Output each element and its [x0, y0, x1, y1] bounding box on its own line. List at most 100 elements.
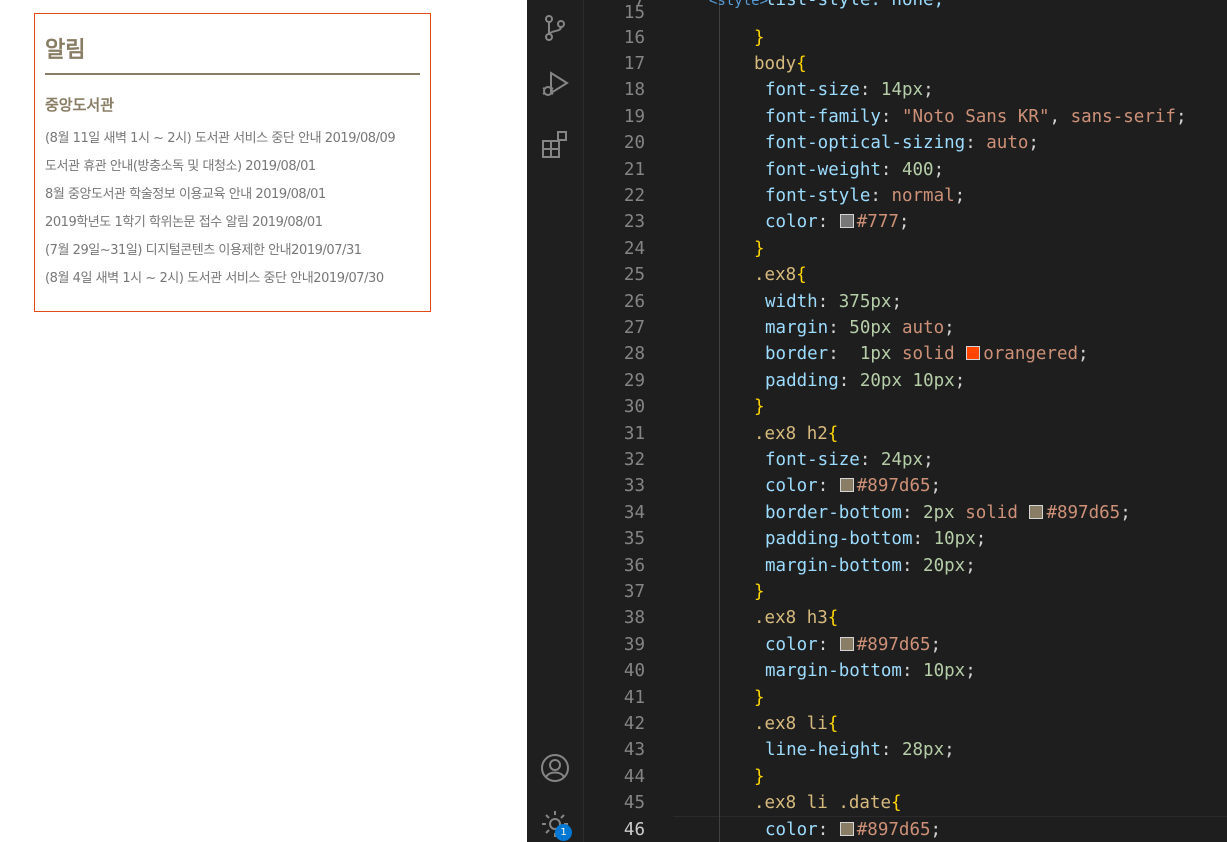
code-token: auto: [986, 133, 1029, 154]
code-line[interactable]: font-weight: 400;: [765, 157, 1227, 183]
code-token: border: [765, 344, 829, 365]
code-token: 20px: [859, 370, 902, 391]
code-token: .ex8: [754, 793, 797, 814]
code-token: h3: [806, 608, 828, 629]
code-line[interactable]: color: #777;: [765, 209, 1227, 235]
code-line[interactable]: font-optical-sizing: auto;: [765, 130, 1227, 156]
code-token: color: [765, 819, 818, 840]
color-swatch[interactable]: [839, 214, 854, 229]
code-token: .ex8: [754, 608, 797, 629]
color-swatch[interactable]: [1029, 504, 1044, 519]
line-number: 35: [623, 529, 645, 550]
code-line[interactable]: font-size: 14px;: [765, 77, 1227, 103]
line-number: 33: [623, 476, 645, 497]
code-line[interactable]: .ex8 li{: [754, 711, 1227, 737]
code-line[interactable]: font-size: 24px;: [765, 447, 1227, 473]
run-debug-icon[interactable]: [539, 68, 571, 100]
code-token: font-style: [765, 185, 871, 206]
line-number-active: 46: [623, 819, 645, 840]
code-line[interactable]: }: [754, 764, 1227, 790]
code-line[interactable]: body{: [754, 51, 1227, 77]
code-token: color: [765, 476, 818, 497]
list-item: (8월 11일 새벽 1시 ~ 2시) 도서관 서비스 중단 안내 2019/0…: [45, 131, 396, 146]
extensions-icon[interactable]: [539, 128, 571, 160]
code-token: body: [754, 53, 797, 74]
color-swatch[interactable]: [839, 636, 854, 651]
code-token: auto: [902, 317, 945, 338]
code-line[interactable]: }: [754, 394, 1227, 420]
activity-bar: 1: [527, 0, 584, 842]
line-number: 29: [623, 370, 645, 391]
source-control-icon[interactable]: [539, 12, 571, 44]
line-number: 30: [623, 397, 645, 418]
code-token: {: [827, 608, 839, 629]
code-token: 10px: [912, 370, 955, 391]
code-token: 28px: [901, 740, 945, 761]
line-number: 36: [623, 555, 645, 576]
code-token: sans-serif: [1070, 106, 1176, 127]
code-line[interactable]: font-style: normal;: [765, 183, 1227, 209]
code-line[interactable]: width: 375px;: [765, 289, 1227, 315]
code-token: 50px: [849, 317, 892, 338]
code-line[interactable]: color: #897d65;: [765, 817, 1227, 842]
code-token: normal: [891, 185, 955, 206]
line-number: 23: [623, 212, 645, 233]
line-number: 38: [623, 608, 645, 629]
code-line[interactable]: color: #897d65;: [765, 632, 1227, 658]
indent-guide: [719, 0, 720, 842]
code-line[interactable]: margin-bottom: 10px;: [765, 658, 1227, 684]
code-line[interactable]: }: [754, 25, 1227, 51]
code-token: }: [754, 766, 765, 787]
code-line[interactable]: .ex8{: [754, 262, 1227, 288]
code-line[interactable]: margin: 50px auto;: [765, 315, 1227, 341]
code-token: margin: [765, 317, 829, 338]
color-swatch[interactable]: [839, 478, 854, 493]
line-number: 31: [623, 423, 645, 444]
code-token: color: [765, 212, 818, 233]
code-line[interactable]: list-style: none;: [765, 0, 1227, 13]
code-line[interactable]: }: [754, 236, 1227, 262]
code-token: #897d65: [856, 819, 931, 840]
code-token: 20px: [923, 555, 966, 576]
code-token: width: [765, 291, 818, 312]
code-token: line-height: [765, 740, 881, 761]
code-line[interactable]: font-family: "Noto Sans KR", sans-serif;: [765, 104, 1227, 130]
code-token: solid: [965, 502, 1018, 523]
color-swatch[interactable]: [966, 346, 981, 361]
code-token: font-optical-sizing: [765, 133, 966, 154]
code-line[interactable]: padding-bottom: 10px;: [765, 526, 1227, 552]
line-number: 22: [623, 185, 645, 206]
line-number: 19: [623, 106, 645, 127]
code-line[interactable]: .ex8 li .date{: [754, 790, 1227, 816]
code-line[interactable]: color: #897d65;: [765, 473, 1227, 499]
code-token: border-bottom: [765, 502, 902, 523]
code-line[interactable]: .ex8 h3{: [754, 605, 1227, 631]
code-token: 14px: [880, 80, 924, 101]
code-token: font-family: [765, 106, 881, 127]
line-number: 20: [623, 133, 645, 154]
code-line[interactable]: }: [754, 579, 1227, 605]
line-number: 41: [623, 687, 645, 708]
code-line[interactable]: border: 1px solid orangered;: [765, 341, 1227, 367]
line-number: 34: [623, 502, 645, 523]
color-swatch[interactable]: [839, 821, 854, 836]
code-token: #897d65: [856, 476, 931, 497]
code-token: {: [891, 793, 902, 814]
code-line[interactable]: .ex8 h2{: [754, 421, 1227, 447]
account-icon[interactable]: [539, 752, 571, 784]
code-token: 400: [901, 159, 934, 180]
code-token: list-style: none;: [765, 0, 945, 10]
code-line[interactable]: margin-bottom: 20px;: [765, 553, 1227, 579]
line-number: 27: [623, 317, 645, 338]
line-number: 18: [623, 80, 645, 101]
settings-badge: 1: [555, 824, 572, 841]
code-token: }: [754, 397, 765, 418]
line-number: 44: [623, 766, 645, 787]
code-line[interactable]: padding: 20px 10px;: [765, 368, 1227, 394]
line-number: 32: [623, 449, 645, 470]
code-line[interactable]: line-height: 28px;: [765, 737, 1227, 763]
code-token: margin-bottom: [765, 555, 902, 576]
code-token: "Noto Sans KR": [901, 106, 1050, 127]
code-line[interactable]: border-bottom: 2px solid #897d65;: [765, 500, 1227, 526]
code-line[interactable]: }: [754, 685, 1227, 711]
